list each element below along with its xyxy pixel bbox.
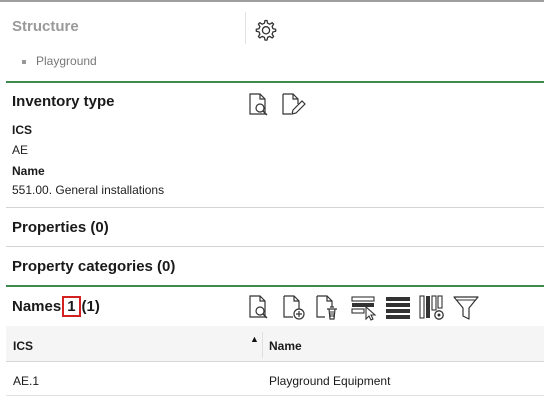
document-add-icon[interactable] bbox=[280, 292, 308, 322]
section-divider bbox=[6, 246, 544, 247]
property-categories-title[interactable]: Property categories (0) bbox=[12, 258, 175, 275]
table-header: ICS ▲ Name bbox=[6, 326, 544, 362]
document-search-icon[interactable] bbox=[246, 92, 274, 118]
structure-panel: Structure Playground bbox=[0, 0, 544, 82]
cell-name: Playground Equipment bbox=[269, 374, 391, 388]
names-badge: 1 bbox=[62, 296, 81, 317]
bullet-icon bbox=[22, 59, 26, 64]
names-label: Names bbox=[12, 298, 62, 315]
section-divider bbox=[6, 285, 544, 287]
sort-ascending-icon[interactable]: ▲ bbox=[250, 334, 259, 344]
document-edit-icon[interactable] bbox=[279, 92, 307, 118]
gear-icon[interactable] bbox=[251, 16, 279, 44]
column-resize-handle[interactable] bbox=[262, 332, 263, 358]
section-divider bbox=[6, 207, 544, 208]
row-select-icon[interactable] bbox=[350, 292, 378, 322]
properties-title[interactable]: Properties (0) bbox=[12, 219, 109, 236]
filter-icon[interactable] bbox=[452, 292, 480, 322]
inventory-type-title: Inventory type bbox=[12, 93, 115, 110]
column-settings-icon[interactable] bbox=[418, 292, 446, 322]
column-header-ics[interactable]: ICS bbox=[13, 339, 33, 353]
inventory-type-panel: Inventory type ICS AE Name 551.00. Gener… bbox=[0, 84, 544, 208]
ics-label: ICS bbox=[12, 123, 33, 137]
name-label: Name bbox=[12, 164, 45, 178]
ics-value: AE bbox=[12, 143, 29, 157]
structure-title: Structure bbox=[12, 18, 79, 35]
breadcrumb[interactable]: Playground bbox=[22, 54, 97, 68]
names-count: (1) bbox=[81, 298, 100, 315]
document-search-icon[interactable] bbox=[246, 292, 274, 322]
name-value: 551.00. General installations bbox=[12, 183, 165, 197]
column-header-name[interactable]: Name bbox=[269, 339, 302, 353]
table-row[interactable]: AE.1 Playground Equipment bbox=[6, 366, 544, 396]
divider bbox=[245, 12, 246, 44]
document-delete-icon[interactable] bbox=[313, 292, 341, 322]
section-divider bbox=[6, 81, 544, 83]
cell-ics: AE.1 bbox=[13, 374, 40, 388]
names-title: Names 1 (1) bbox=[12, 296, 100, 317]
rows-icon[interactable] bbox=[384, 292, 412, 322]
breadcrumb-item[interactable]: Playground bbox=[36, 54, 97, 68]
